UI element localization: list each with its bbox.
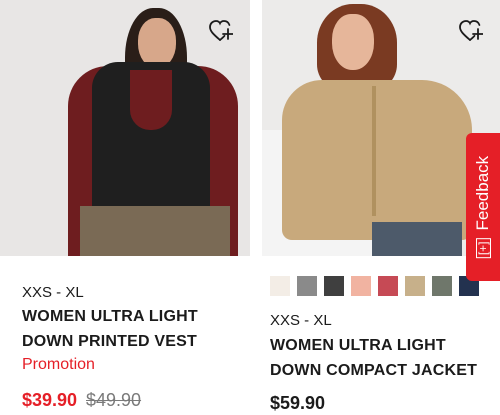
feedback-tab[interactable]: [+] Feedback [466,133,500,281]
feedback-label: Feedback [473,155,492,231]
color-swatch[interactable] [297,276,317,296]
vest-neckline [130,70,172,130]
product-title[interactable]: WOMEN ULTRA LIGHT DOWN PRINTED VEST [22,304,198,354]
product-image-jacket[interactable] [262,0,500,256]
model-face [332,14,374,70]
promotion-label: Promotion [22,356,95,373]
price: $59.90 [270,393,326,413]
size-range: XXS - XL [270,312,332,329]
product-card-jacket[interactable]: XXS - XL WOMEN ULTRA LIGHT DOWN COMPACT … [262,0,500,413]
model-skirt [80,206,230,256]
color-swatch[interactable] [432,276,452,296]
original-price: $49.90 [86,390,142,410]
product-title-line-2: DOWN COMPACT JACKET [270,362,478,379]
color-swatches [270,276,479,296]
product-jacket [282,80,472,240]
color-swatch[interactable] [270,276,290,296]
feedback-plus-icon: [+] [475,238,491,259]
product-title-line-1: WOMEN ULTRA LIGHT [22,308,198,325]
color-swatch[interactable] [405,276,425,296]
product-card-vest[interactable]: XXS - XL WOMEN ULTRA LIGHT DOWN PRINTED … [0,0,250,410]
heart-plus-icon[interactable] [208,18,234,44]
product-title-line-1: WOMEN ULTRA LIGHT [270,337,446,354]
color-swatch[interactable] [378,276,398,296]
color-swatch[interactable] [324,276,344,296]
heart-plus-icon[interactable] [458,18,484,44]
size-range: XXS - XL [22,284,84,301]
color-swatch[interactable] [351,276,371,296]
product-title[interactable]: WOMEN ULTRA LIGHT DOWN COMPACT JACKET [270,333,477,383]
jacket-placket [372,86,376,216]
product-image-vest[interactable] [0,0,250,256]
model-face [138,18,176,68]
sale-price: $39.90 [22,390,78,410]
product-title-line-2: DOWN PRINTED VEST [22,333,197,350]
model-jeans [372,222,462,256]
